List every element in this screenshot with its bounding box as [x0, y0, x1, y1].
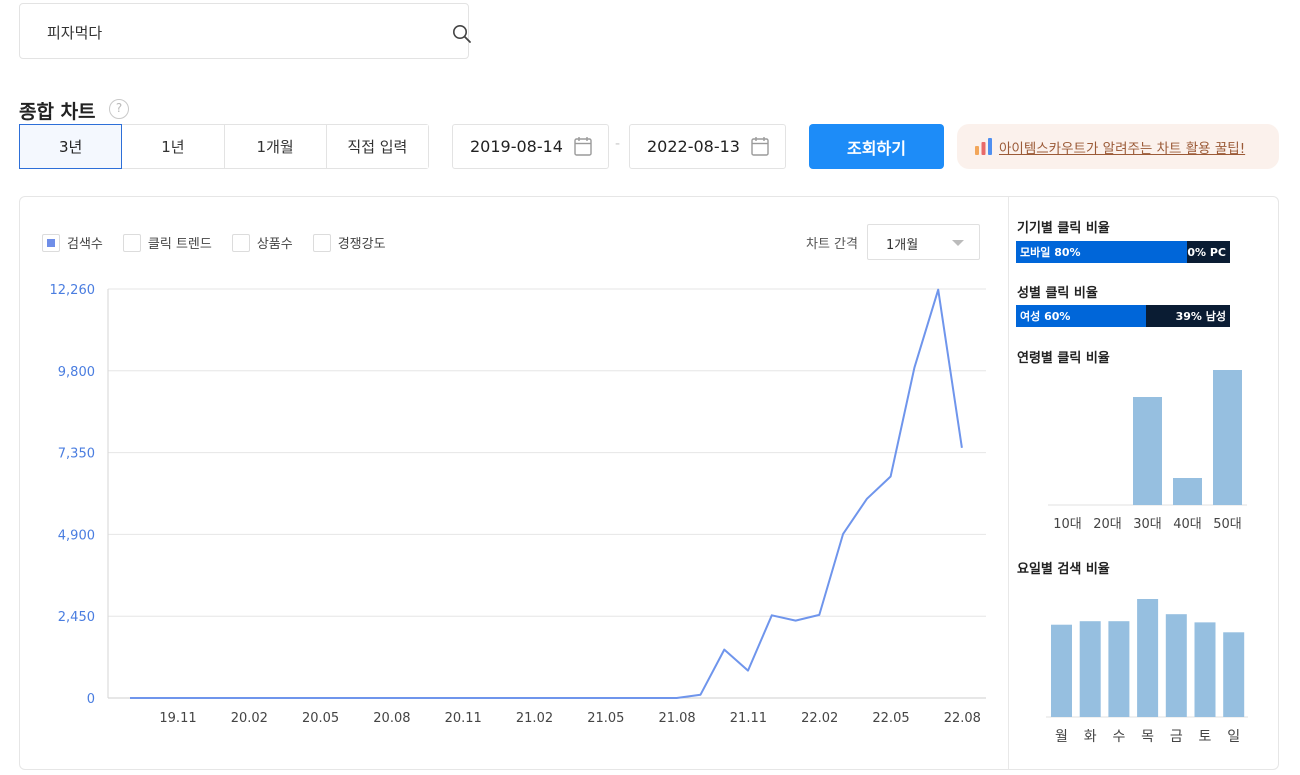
weekday-bar: [1223, 632, 1245, 717]
x-tick-label: 21.02: [516, 711, 553, 726]
age-label: 40대: [1173, 517, 1202, 532]
weekday-label: 토: [1199, 729, 1212, 745]
weekday-label: 목: [1141, 729, 1154, 745]
side-bar-charts: 10대 20대 30대 40대 50대월 화 수 목 금 토 일: [1046, 370, 1248, 745]
weekday-label: 월: [1055, 729, 1068, 745]
y-tick-label: 0: [87, 692, 95, 707]
weekday-bar: [1165, 614, 1187, 717]
weekday-label: 수: [1112, 729, 1125, 745]
weekday-label: 금: [1170, 729, 1183, 745]
x-tick-label: 21.11: [730, 711, 767, 726]
weekday-label: 일: [1227, 729, 1240, 745]
weekday-bar: [1108, 621, 1130, 717]
x-tick-label: 19.11: [159, 711, 196, 726]
y-tick-label: 7,350: [58, 447, 95, 462]
age-bar: [1173, 478, 1202, 505]
search-volume-chart: 0 2,450 4,900 7,350 9,800 12,260 19.11 20.02 20.…: [50, 283, 986, 726]
y-tick-label: 2,450: [58, 610, 95, 625]
age-bar: [1133, 397, 1162, 505]
age-bar: [1213, 370, 1242, 505]
y-tick-label: 4,900: [58, 528, 95, 543]
x-tick-label: 22.05: [872, 711, 909, 726]
x-tick-label: 22.02: [801, 711, 838, 726]
weekday-bar: [1079, 621, 1101, 717]
x-tick-label: 22.08: [944, 711, 981, 726]
y-tick-label: 12,260: [50, 283, 96, 298]
x-tick-label: 20.11: [445, 711, 482, 726]
age-label: 50대: [1213, 517, 1242, 532]
age-label: 20대: [1093, 517, 1122, 532]
y-tick-label: 9,800: [58, 365, 95, 380]
age-label: 10대: [1053, 517, 1082, 532]
x-tick-label: 20.05: [302, 711, 339, 726]
x-tick-label: 20.08: [373, 711, 410, 726]
x-tick-label: 21.08: [658, 711, 695, 726]
age-label: 30대: [1133, 517, 1162, 532]
series-line-search-count: [130, 288, 963, 699]
weekday-bar: [1051, 624, 1072, 717]
x-tick-label: 20.02: [231, 711, 268, 726]
x-tick-label: 21.05: [587, 711, 624, 726]
weekday-bar: [1137, 599, 1159, 717]
weekday-label: 화: [1084, 729, 1097, 745]
weekday-bar: [1194, 622, 1216, 717]
